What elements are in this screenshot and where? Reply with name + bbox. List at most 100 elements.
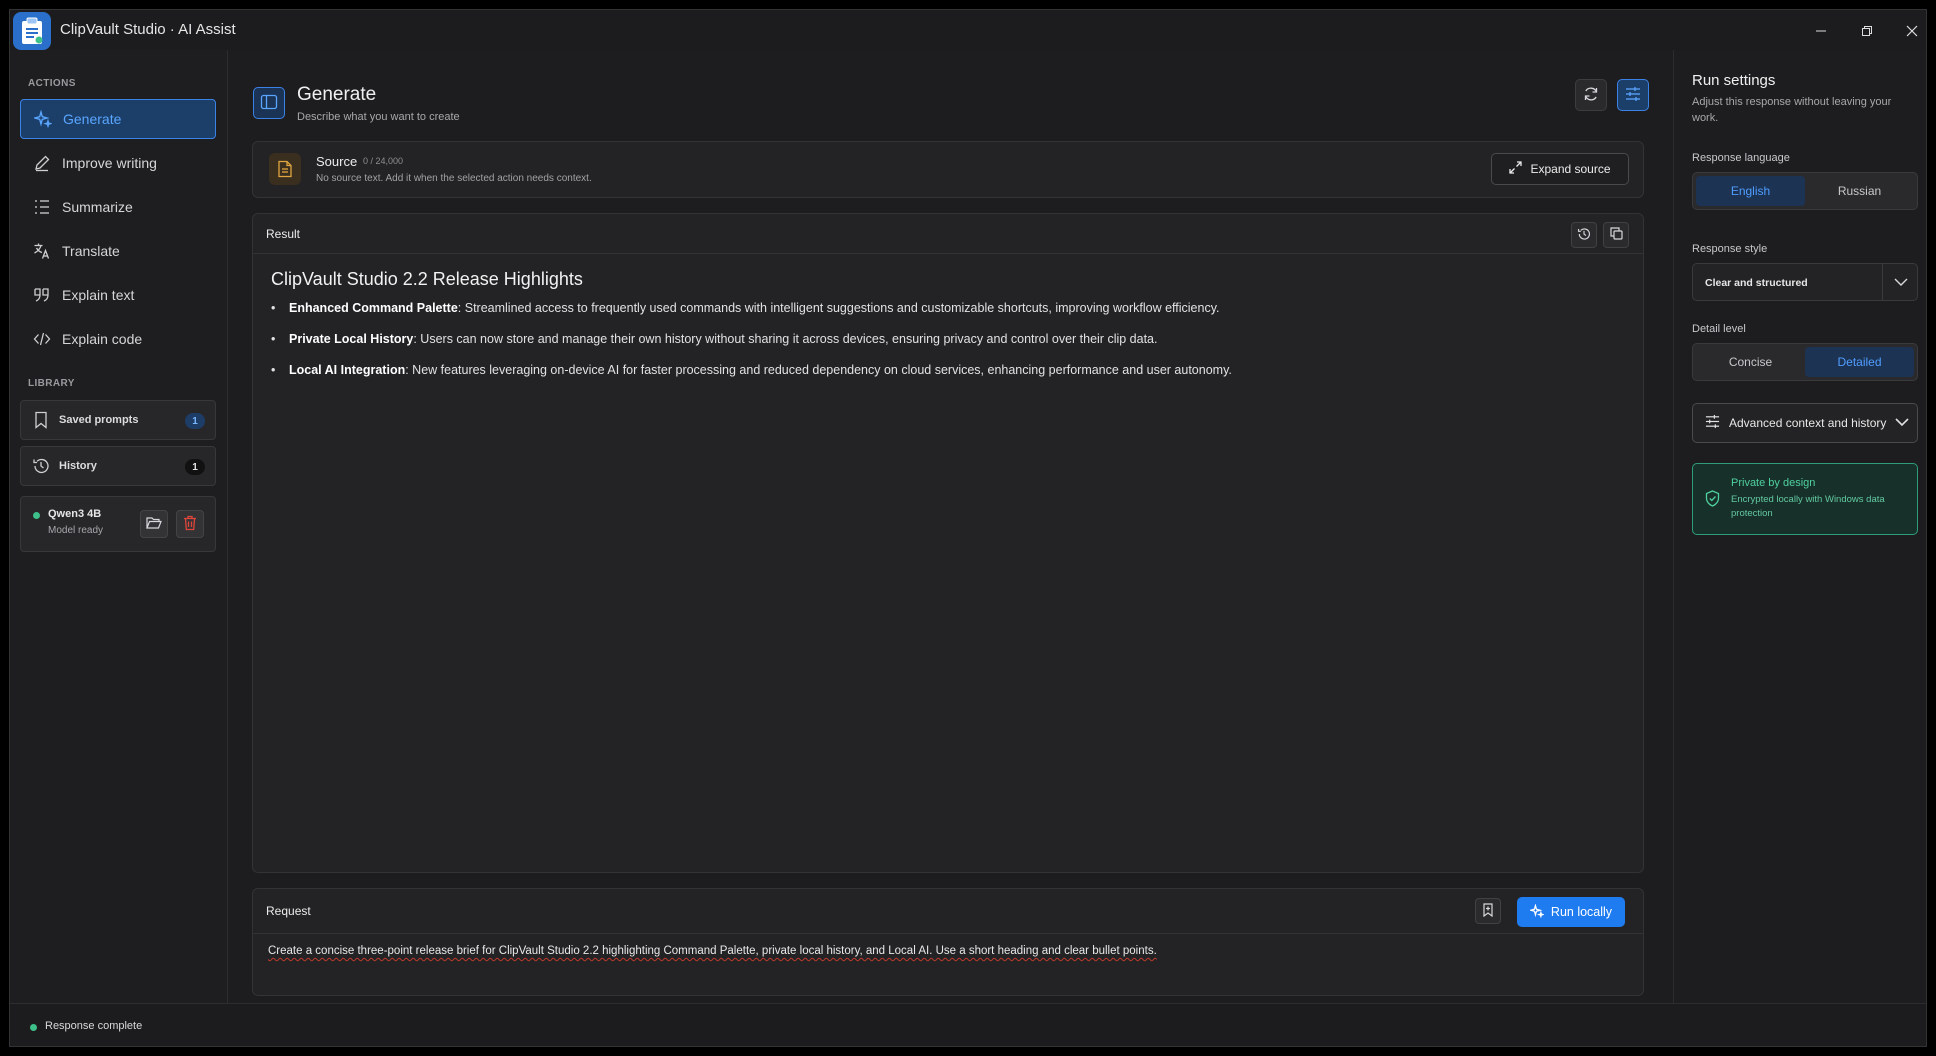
result-header: Result (253, 214, 1643, 254)
language-option-english[interactable]: English (1696, 176, 1805, 206)
response-style-select[interactable]: Clear and structured (1692, 263, 1918, 301)
library-item-label: Saved prompts (59, 414, 139, 426)
request-header: Request Run locally (253, 889, 1643, 934)
sidebar-item-label: Improve writing (62, 155, 157, 171)
history-count-badge: 1 (185, 459, 205, 475)
pencil-icon (32, 153, 52, 173)
sidebar-item-label: Explain text (62, 287, 135, 303)
sliders-icon (1625, 86, 1641, 105)
detail-level-label: Detail level (1692, 323, 1746, 335)
sidebar-item-translate[interactable]: Translate (20, 231, 216, 271)
app-title: ClipVault Studio · AI Assist (60, 21, 236, 38)
trash-icon (183, 515, 197, 534)
privacy-title: Private by design (1731, 477, 1816, 489)
minimize-button[interactable] (1804, 18, 1838, 44)
actions-section-label: ACTIONS (28, 78, 76, 89)
close-button[interactable] (1895, 18, 1926, 44)
run-settings-title: Run settings (1692, 72, 1776, 89)
chevron-down-icon (1893, 275, 1909, 292)
run-locally-label: Run locally (1550, 905, 1613, 919)
privacy-subtitle: Encrypted locally with Windows data prot… (1731, 494, 1885, 519)
app-window: ClipVault Studio · AI Assist ACTIONS Gen… (9, 9, 1927, 1047)
sidebar-item-summarize[interactable]: Summarize (20, 187, 216, 227)
restore-button[interactable] (1850, 18, 1884, 44)
sidebar-item-label: Generate (63, 111, 122, 127)
bullet-term: Private Local History (289, 332, 414, 346)
sliders-icon (1705, 414, 1720, 432)
expand-source-label: Expand source (1530, 162, 1611, 176)
list-icon (32, 197, 52, 217)
run-settings-toggle-button[interactable] (1617, 79, 1649, 111)
library-item-history[interactable]: History 1 (20, 446, 216, 486)
bullet-term: Local AI Integration (289, 363, 406, 377)
open-model-folder-button[interactable] (140, 510, 168, 538)
folder-open-icon (146, 516, 162, 533)
history-icon (1577, 227, 1591, 244)
list-item: • Enhanced Command Palette: Streamlined … (271, 301, 1220, 315)
response-language-toggle: English Russian (1692, 172, 1918, 210)
bookmark-add-icon (1482, 902, 1494, 920)
bullet-text: : Users can now store and manage their o… (413, 332, 1158, 346)
code-icon (32, 329, 52, 349)
sidebar-item-label: Translate (62, 243, 120, 259)
bookmark-icon (31, 410, 51, 430)
detail-option-detailed[interactable]: Detailed (1805, 347, 1914, 377)
main-area: Generate Describe what you want to creat… (229, 50, 1673, 1003)
bullet-text: : Streamlined access to frequently used … (457, 301, 1220, 315)
sidebar-item-generate[interactable]: Generate (20, 99, 216, 139)
request-card: Request Run locally Create a concise thr… (252, 888, 1644, 996)
model-card: Qwen3 4B Model ready (20, 496, 216, 552)
response-style-value: Clear and structured (1705, 277, 1808, 289)
save-prompt-button[interactable] (1475, 898, 1501, 924)
source-card: Source 0 / 24,000 No source text. Add it… (252, 141, 1644, 198)
model-status-dot (33, 512, 40, 519)
source-title: Source (316, 154, 358, 169)
refresh-button[interactable] (1575, 79, 1607, 111)
model-status: Model ready (48, 525, 104, 536)
status-dot (30, 1024, 37, 1031)
sidebar-item-improve-writing[interactable]: Improve writing (20, 143, 216, 183)
copy-icon (1609, 227, 1623, 243)
copy-result-button[interactable] (1603, 222, 1629, 248)
bullet-text: : New features leveraging on-device AI f… (405, 363, 1232, 377)
sparkles-icon (33, 109, 53, 129)
library-section-label: LIBRARY (28, 378, 75, 389)
detail-level-toggle: Concise Detailed (1692, 343, 1918, 381)
sidebar-item-explain-text[interactable]: Explain text (20, 275, 216, 315)
document-icon (269, 153, 301, 185)
expand-icon (1509, 161, 1523, 177)
chevron-down-icon (1895, 416, 1910, 430)
advanced-context-toggle[interactable]: Advanced context and history (1692, 403, 1918, 443)
request-input[interactable]: Create a concise three-point release bri… (268, 945, 1157, 957)
status-text: Response complete (45, 1020, 143, 1032)
result-title: Result (266, 227, 301, 241)
clipboard-app-icon (13, 12, 51, 50)
model-name: Qwen3 4B (48, 508, 102, 520)
sidebar-panel-icon (260, 93, 278, 114)
advanced-context-label: Advanced context and history (1729, 416, 1887, 430)
sparkles-icon (1528, 902, 1545, 921)
library-item-saved-prompts[interactable]: Saved prompts 1 (20, 400, 216, 440)
bullet-term: Enhanced Command Palette (289, 301, 458, 315)
delete-model-button[interactable] (176, 510, 204, 538)
sidebar-item-explain-code[interactable]: Explain code (20, 319, 216, 359)
detail-option-concise[interactable]: Concise (1696, 347, 1805, 377)
toggle-sidebar-button[interactable] (253, 87, 285, 119)
response-style-label: Response style (1692, 243, 1768, 255)
result-history-button[interactable] (1571, 222, 1597, 248)
status-bar: Response complete (10, 1003, 1926, 1046)
list-item: • Local AI Integration: New features lev… (271, 363, 1232, 377)
result-content: ClipVault Studio 2.2 Release Highlights … (271, 269, 1625, 392)
privacy-notice: Private by design Encrypted locally with… (1692, 463, 1918, 535)
run-locally-button[interactable]: Run locally (1517, 897, 1625, 927)
history-icon (31, 456, 51, 476)
language-option-russian[interactable]: Russian (1805, 176, 1914, 206)
page-title: Generate (297, 84, 377, 105)
result-heading: ClipVault Studio 2.2 Release Highlights (271, 269, 583, 289)
quote-icon (32, 285, 52, 305)
run-settings-subtitle: Adjust this response without leaving you… (1692, 96, 1892, 124)
sidebar-item-label: Explain code (62, 331, 143, 347)
expand-source-button[interactable]: Expand source (1491, 153, 1629, 185)
response-language-label: Response language (1692, 152, 1790, 164)
translate-icon (32, 241, 52, 261)
